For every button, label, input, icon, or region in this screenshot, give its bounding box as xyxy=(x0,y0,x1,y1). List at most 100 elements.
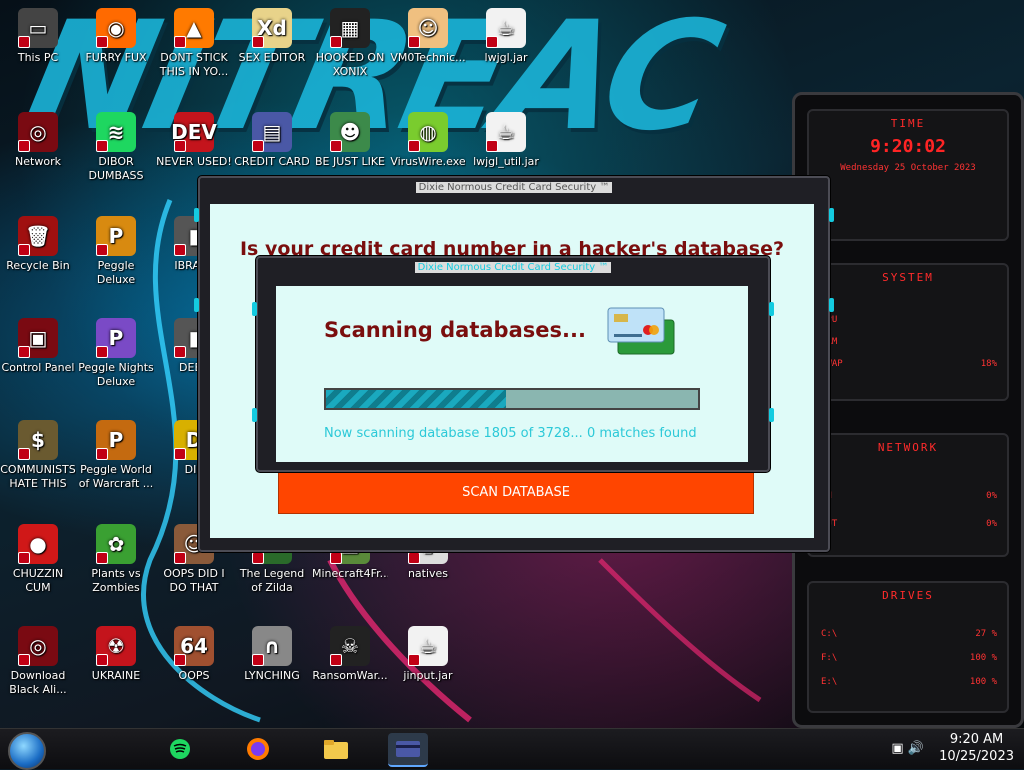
desktop-icon[interactable]: ∩ LYNCHING xyxy=(234,620,310,683)
desktop-icon[interactable]: ▭ This PC xyxy=(0,2,76,65)
desktop-icon[interactable]: ● CHUZZIN CUM xyxy=(0,518,76,595)
desktop-icon[interactable]: ✿ Plants vs Zombies xyxy=(78,518,154,595)
desktop-icon-image: ▤ xyxy=(252,112,292,152)
shortcut-overlay-icon xyxy=(252,552,264,564)
desktop-icon[interactable]: ☕ lwjgl_util.jar xyxy=(468,106,544,169)
scan-window[interactable]: Dixie Normous Credit Card Security ™ Sca… xyxy=(252,256,774,472)
frame-slot xyxy=(769,302,774,316)
desktop-icon-label: OOPS xyxy=(178,669,210,682)
desktop-icon[interactable]: ◎ Download Black Ali... xyxy=(0,620,76,697)
desktop-icon[interactable]: ☕ jinput.jar xyxy=(390,620,466,683)
desktop-icon[interactable]: ▣ Control Panel xyxy=(0,312,76,375)
desktop-icon[interactable]: ☢ UKRAINE xyxy=(78,620,154,683)
scan-status-text: Now scanning database 1805 of 3728... 0 … xyxy=(324,426,697,441)
firefox-taskbar-icon[interactable] xyxy=(238,733,278,765)
spotify-taskbar-icon[interactable] xyxy=(160,733,200,765)
shortcut-overlay-icon xyxy=(174,346,186,358)
desktop-icon-label: Peggle World of Warcraft ... xyxy=(78,463,154,490)
widget-date: Wednesday 25 October 2023 xyxy=(840,163,976,173)
scan-progress-fill xyxy=(326,390,507,408)
desktop-icon[interactable]: P Peggle World of Warcraft ... xyxy=(78,414,154,491)
desktop-icon[interactable]: ◎ Network xyxy=(0,106,76,169)
desktop-icon-image: Xd xyxy=(252,8,292,48)
desktop-icon[interactable]: ▦ HOOKED ON XONIX xyxy=(312,2,388,79)
desktop-icon[interactable]: Xd SEX EDITOR xyxy=(234,2,310,65)
desktop-icon[interactable]: P Peggle Nights Deluxe xyxy=(78,312,154,389)
start-button[interactable] xyxy=(8,732,46,770)
shortcut-overlay-icon xyxy=(18,244,30,256)
scan-window-client: Scanning databases... Now scanning datab… xyxy=(276,286,748,462)
shortcut-overlay-icon xyxy=(96,346,108,358)
frame-slot xyxy=(829,208,834,222)
shortcut-overlay-icon xyxy=(174,140,186,152)
desktop-icon[interactable]: $ COMMUNISTS HATE THIS G... xyxy=(0,414,76,491)
network-value-out: 0% xyxy=(986,519,997,529)
shortcut-overlay-icon xyxy=(18,140,30,152)
shortcut-overlay-icon xyxy=(330,36,342,48)
shortcut-overlay-icon xyxy=(96,448,108,460)
desktop-icon[interactable]: 🗑 Recycle Bin xyxy=(0,210,76,273)
desktop-icon[interactable]: 64 OOPS xyxy=(156,620,232,683)
credit-card-icon xyxy=(607,307,675,355)
desktop-icon-label: Download Black Ali... xyxy=(9,669,67,696)
system-tray[interactable]: ▣ 🔊 xyxy=(891,741,924,756)
scan-window-titlebar[interactable]: Dixie Normous Credit Card Security ™ xyxy=(258,262,768,273)
desktop-icon-label: VM0Technic... xyxy=(390,51,466,64)
frame-slot xyxy=(252,408,257,422)
desktop-icon-image: ◎ xyxy=(18,112,58,152)
shortcut-overlay-icon xyxy=(408,140,420,152)
desktop-icon[interactable]: ▤ CREDIT CARD xyxy=(234,106,310,169)
shortcut-overlay-icon xyxy=(330,140,342,152)
drive-value: 100 % xyxy=(969,677,997,687)
desktop-icon-image: ∩ xyxy=(252,626,292,666)
desktop-icon-image: ☠ xyxy=(330,626,370,666)
credit-card-app-taskbar-icon[interactable] xyxy=(388,733,428,767)
desktop-icon-image: ☻ xyxy=(330,112,370,152)
drive-value: 100 % xyxy=(969,653,997,663)
desktop-icon-image: ☺ xyxy=(408,8,448,48)
frame-slot xyxy=(194,208,199,222)
scan-database-button[interactable]: SCAN DATABASE xyxy=(278,472,754,514)
desktop-icon-label: Peggle Nights Deluxe xyxy=(78,361,154,388)
desktop-icon-image: ☕ xyxy=(486,112,526,152)
desktop-icon[interactable]: ◍ VirusWire.exe xyxy=(390,106,466,169)
desktop-icon-label: OOPS DID I DO THAT xyxy=(163,567,225,594)
desktop-icon-image: ≋ xyxy=(96,112,136,152)
taskbar-time: 9:20 AM xyxy=(949,732,1004,747)
shortcut-overlay-icon xyxy=(18,448,30,460)
main-window-title: Dixie Normous Credit Card Security ™ xyxy=(415,182,613,193)
desktop-icon[interactable]: ☻ BE JUST LIKE xyxy=(312,106,388,169)
desktop-icon[interactable]: ≋ DIBOR DUMBASS xyxy=(78,106,154,183)
shortcut-overlay-icon xyxy=(96,244,108,256)
desktop-icon[interactable]: ▲ DONT STICK THIS IN YO... xyxy=(156,2,232,79)
desktop-icon-label: CREDIT CARD xyxy=(234,155,310,168)
shortcut-overlay-icon xyxy=(252,654,264,666)
desktop-icon-label: UKRAINE xyxy=(91,669,141,682)
shortcut-overlay-icon xyxy=(408,36,420,48)
desktop-icon[interactable]: ☺ VM0Technic... xyxy=(390,2,466,65)
desktop-icon[interactable]: P Peggle Deluxe xyxy=(78,210,154,287)
desktop-icon[interactable]: ☕ lwjgl.jar xyxy=(468,2,544,65)
shortcut-overlay-icon xyxy=(18,654,30,666)
shortcut-overlay-icon xyxy=(174,448,186,460)
desktop-icon-label: VirusWire.exe xyxy=(390,155,466,168)
time-panel: TIME 9:20:02 Wednesday 25 October 2023 xyxy=(807,109,1009,241)
desktop-icon-label: Network xyxy=(15,155,61,168)
desktop-icon-label: NEVER USED! xyxy=(156,155,232,168)
file-explorer-taskbar-icon[interactable] xyxy=(316,733,356,765)
desktop-icon[interactable]: ☠ RansomWar... xyxy=(312,620,388,683)
desktop-icon-image: ◍ xyxy=(408,112,448,152)
drives-panel: DRIVES C:\ 27 % F:\ 100 % E:\ 100 % xyxy=(807,581,1009,713)
desktop-icon-image: ▣ xyxy=(18,318,58,358)
shortcut-overlay-icon xyxy=(18,36,30,48)
frame-slot xyxy=(769,408,774,422)
desktop-icon[interactable]: DEV NEVER USED! xyxy=(156,106,232,169)
desktop-icon[interactable]: ◉ FURRY FUX xyxy=(78,2,154,65)
shortcut-overlay-icon xyxy=(486,140,498,152)
shortcut-overlay-icon xyxy=(174,552,186,564)
shortcut-overlay-icon xyxy=(408,654,420,666)
shortcut-overlay-icon xyxy=(330,552,342,564)
taskbar-clock[interactable]: 9:20 AM 10/25/2023 xyxy=(939,731,1014,765)
desktop-icon-label: FURRY FUX xyxy=(85,51,147,64)
main-window-titlebar[interactable]: Dixie Normous Credit Card Security ™ xyxy=(200,182,828,193)
